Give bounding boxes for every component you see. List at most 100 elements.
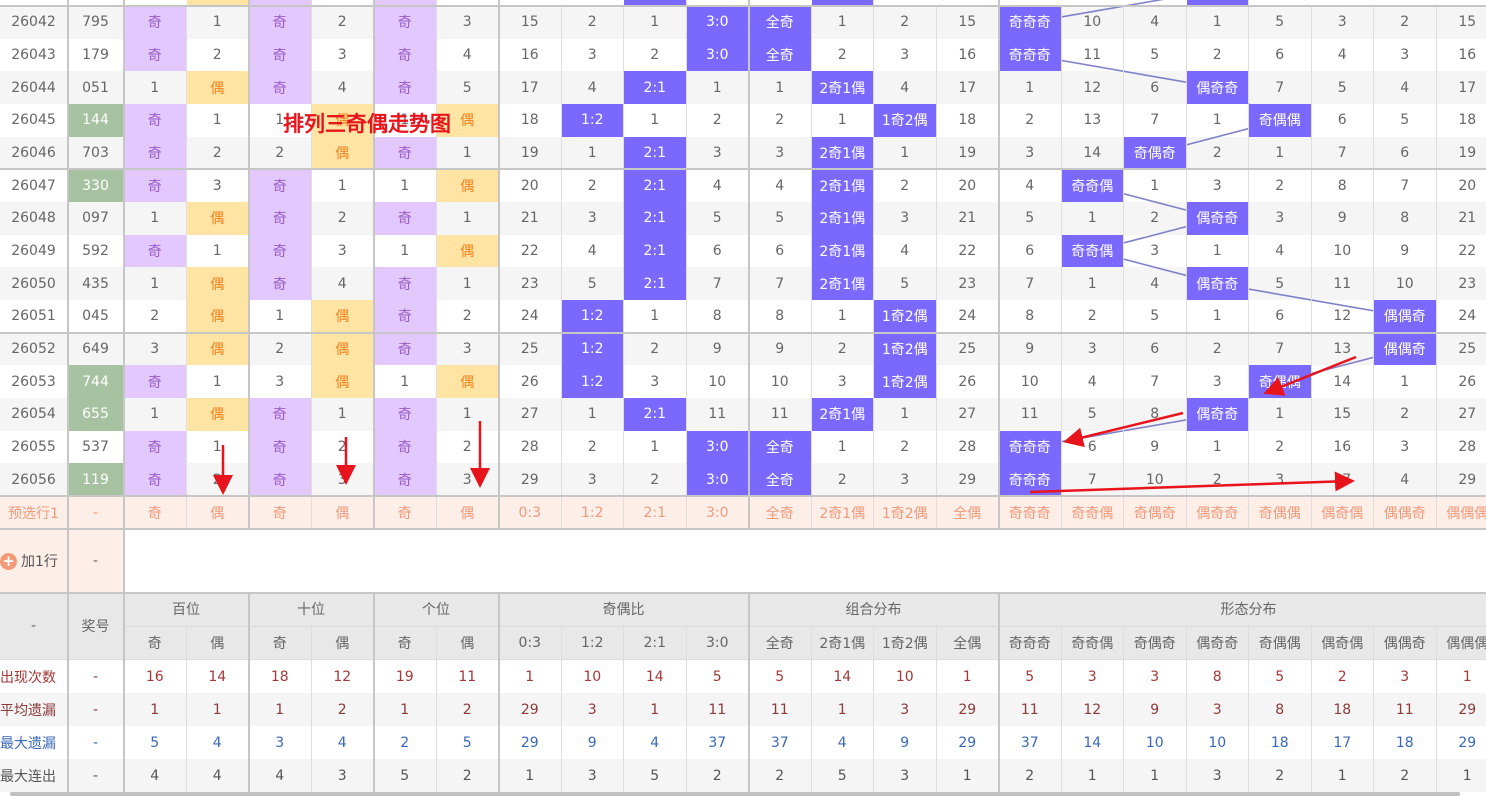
miss-count-cell: 4 xyxy=(312,71,374,104)
stat-value: 29 xyxy=(1437,693,1486,726)
header-sub: 全奇 xyxy=(749,626,812,661)
row-divider xyxy=(0,168,1486,171)
miss-count-cell: 3 xyxy=(312,234,374,268)
preselect-option-11[interactable]: 2奇1偶 xyxy=(812,496,874,530)
preselect-option-9[interactable]: 3:0 xyxy=(687,496,749,530)
header-group: 十位 xyxy=(249,593,374,627)
preselect-option-15[interactable]: 奇奇偶 xyxy=(1062,496,1124,530)
miss-count-cell: 6 xyxy=(1312,104,1374,137)
stat-value: 37 xyxy=(687,726,749,760)
preselect-option-4[interactable]: 奇 xyxy=(374,496,437,530)
miss-count-cell: 25 xyxy=(937,332,999,366)
stat-value: 5 xyxy=(1249,660,1312,694)
horizontal-scrollbar[interactable] xyxy=(10,792,1460,796)
preselect-option-16[interactable]: 奇偶奇 xyxy=(1124,496,1187,530)
hit-cell: 偶奇奇 xyxy=(1186,71,1249,104)
preselect-option-12[interactable]: 1奇2偶 xyxy=(874,496,937,530)
hit-cell: 奇奇奇 xyxy=(999,463,1062,497)
miss-count-cell: 4 xyxy=(749,169,812,202)
hit-cell: 1:2 xyxy=(561,104,624,137)
stat-value: 3 xyxy=(1374,660,1437,694)
preselect-option-0[interactable]: 奇 xyxy=(124,496,187,530)
hit-cell: 偶 xyxy=(311,365,374,399)
preselect-option-19[interactable]: 偶奇偶 xyxy=(1312,496,1374,530)
preselect-label[interactable]: 预选行1 xyxy=(0,496,68,530)
miss-count-cell: 5 xyxy=(749,202,812,235)
miss-count-cell: 24 xyxy=(499,300,562,333)
miss-count-cell: 6 xyxy=(687,234,749,268)
miss-count-cell: 4 xyxy=(1312,38,1374,72)
miss-count-cell: 4 xyxy=(1124,6,1187,39)
hit-cell: 偶 xyxy=(436,365,499,399)
hit-cell: 奇奇偶 xyxy=(1061,234,1124,268)
preselect-option-8[interactable]: 2:1 xyxy=(624,496,687,530)
miss-count-cell: 15 xyxy=(499,6,562,39)
miss-count-cell: 1 xyxy=(1249,136,1312,170)
issue-number: 26046 xyxy=(0,136,68,170)
miss-count-cell: 29 xyxy=(499,463,562,497)
miss-count-cell: 11 xyxy=(749,398,812,431)
stat-value: 1 xyxy=(812,693,874,727)
miss-count-cell: 1 xyxy=(562,136,624,170)
hit-cell: 偶 xyxy=(186,398,249,431)
header-sub: 1奇2偶 xyxy=(874,626,937,661)
header-sub: 奇偶奇 xyxy=(1124,626,1187,661)
hit-cell: 奇 xyxy=(374,398,437,431)
preselect-option-18[interactable]: 奇偶偶 xyxy=(1249,496,1312,530)
row-divider xyxy=(0,5,1486,7)
preselect-option-13[interactable]: 全偶 xyxy=(937,496,999,530)
preselect-option-5[interactable]: 偶 xyxy=(437,496,499,530)
miss-count-cell: 4 xyxy=(999,169,1062,202)
stat-value: 5 xyxy=(437,726,499,760)
issue-number: 26049 xyxy=(0,234,68,268)
miss-count-cell: 15 xyxy=(937,6,999,39)
preselect-option-7[interactable]: 1:2 xyxy=(562,496,624,530)
miss-count-cell: 3 xyxy=(874,202,937,235)
miss-count-cell: 11 xyxy=(687,398,749,431)
miss-count-cell: 4 xyxy=(1249,234,1312,268)
preselect-option-10[interactable]: 全奇 xyxy=(749,496,812,530)
hit-cell: 偶奇奇 xyxy=(1186,202,1249,235)
preselect-option-14[interactable]: 奇奇奇 xyxy=(999,496,1062,530)
miss-count-cell: 3 xyxy=(187,169,249,202)
hit-cell: 全奇 xyxy=(749,463,812,497)
preselect-option-2[interactable]: 奇 xyxy=(249,496,312,530)
header-sub: 2:1 xyxy=(624,626,687,661)
stat-value: 3 xyxy=(562,759,624,793)
header-corner: - xyxy=(0,593,68,661)
miss-count-cell: 23 xyxy=(937,267,999,301)
stat-value: 9 xyxy=(562,726,624,760)
add-row-button[interactable]: + 加1行 xyxy=(0,529,68,594)
preselect-option-1[interactable]: 偶 xyxy=(187,496,249,530)
miss-count-cell: 2 xyxy=(1249,430,1312,464)
stat-value: 2 xyxy=(312,693,374,727)
preselect-option-3[interactable]: 偶 xyxy=(312,496,374,530)
hit-cell: 2:1 xyxy=(624,267,687,301)
stat-value: 3 xyxy=(249,726,312,760)
preselect-option-20[interactable]: 偶偶奇 xyxy=(1374,496,1437,530)
hit-cell: 奇 xyxy=(374,267,437,301)
miss-count-cell: 4 xyxy=(1374,463,1437,497)
hit-cell: 奇 xyxy=(124,38,187,72)
miss-count-cell: 3 xyxy=(1124,234,1187,268)
hit-cell: 偶 xyxy=(186,300,249,333)
header-sub: 1:2 xyxy=(561,626,624,661)
preselect-option-17[interactable]: 偶奇奇 xyxy=(1187,496,1249,530)
stat-value: 2 xyxy=(1374,759,1437,793)
miss-count-cell: 7 xyxy=(1249,332,1312,366)
stat-value: 3 xyxy=(1124,660,1187,694)
hit-cell: 奇 xyxy=(374,6,437,39)
hit-cell: 偶奇奇 xyxy=(1186,398,1249,431)
stat-value: 5 xyxy=(687,660,749,694)
hit-cell: 全奇 xyxy=(749,38,812,72)
miss-count-cell: 2 xyxy=(1062,300,1124,333)
draw-number: 097 xyxy=(68,202,124,235)
miss-count-cell: 11 xyxy=(999,398,1062,431)
miss-count-cell: 15 xyxy=(1437,6,1486,39)
preselect-option-21[interactable]: 偶偶偶 xyxy=(1437,496,1486,529)
miss-count-cell: 1 xyxy=(124,267,187,301)
miss-count-cell: 1 xyxy=(1187,6,1249,39)
stat-value: 19 xyxy=(374,660,437,694)
preselect-option-6[interactable]: 0:3 xyxy=(499,496,562,530)
stat-value: 5 xyxy=(374,759,437,793)
